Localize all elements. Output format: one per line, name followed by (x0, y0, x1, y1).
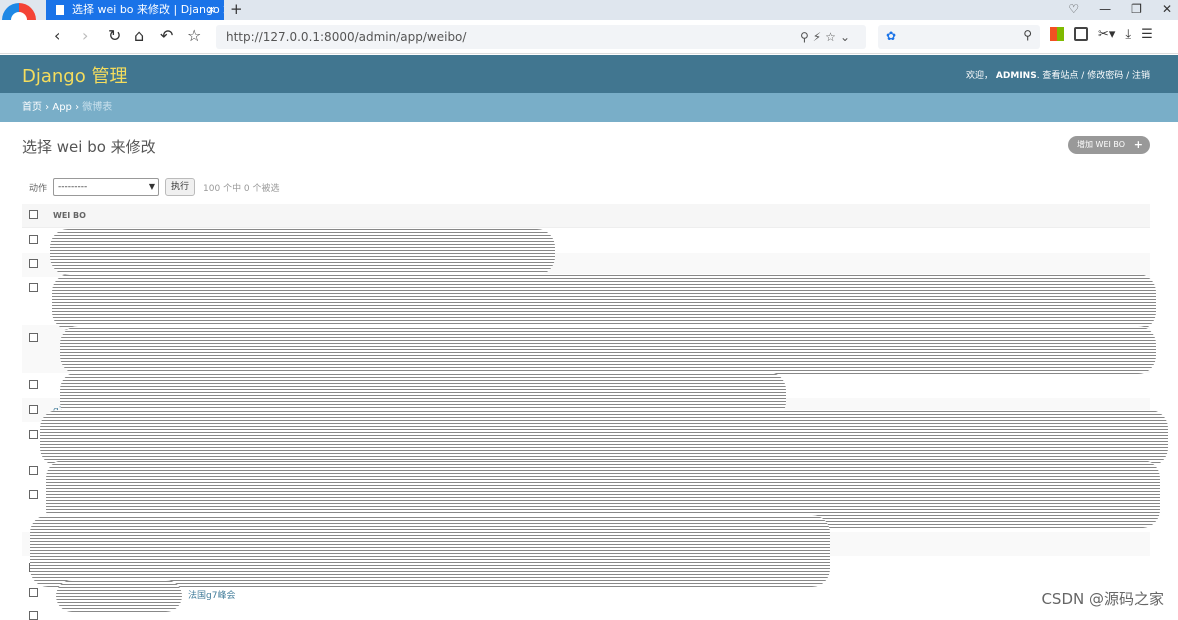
breadcrumb-app[interactable]: App (52, 102, 72, 113)
collections-icon[interactable] (1074, 27, 1088, 41)
row-checkbox[interactable] (29, 430, 38, 439)
action-label: 动作 (29, 183, 48, 194)
column-header-weibo[interactable]: WEI BO (53, 211, 86, 220)
download-icon[interactable]: ⤓ (1125, 27, 1131, 42)
row-checkbox[interactable] (29, 490, 38, 499)
actions-bar: 动作 --------- ▼ 执行 100 个中 0 个被选 (29, 178, 280, 196)
username: ADMINS (995, 71, 1037, 81)
row-checkbox[interactable] (29, 611, 38, 620)
row-checkbox[interactable] (29, 333, 38, 342)
row-checkbox[interactable] (29, 405, 38, 414)
row-text[interactable]: 法国g7峰会 (188, 588, 235, 601)
row-checkbox[interactable] (29, 588, 38, 597)
redaction-scribble (56, 580, 182, 612)
action-select[interactable]: --------- ▼ (53, 178, 160, 196)
row-checkbox[interactable] (29, 259, 38, 268)
redaction-scribble (50, 229, 555, 275)
back-icon[interactable]: ‹ (54, 26, 60, 45)
selection-counter: 100 个中 0 个被选 (203, 183, 280, 194)
forward-icon[interactable]: › (82, 26, 88, 45)
table-row[interactable] (22, 604, 1150, 620)
new-tab-button[interactable]: + (230, 0, 243, 18)
row-checkbox[interactable] (29, 466, 38, 475)
search-box[interactable]: ✿ ⚲ (878, 25, 1040, 49)
add-weibo-button[interactable]: 增加 WEI BO + (1068, 136, 1150, 154)
run-action-button[interactable]: 执行 (165, 178, 196, 196)
row-checkbox[interactable] (29, 380, 38, 389)
url-input[interactable]: http://127.0.0.1:8000/admin/app/weibo/ ⚲… (216, 25, 866, 49)
scissors-icon[interactable]: ✂▾ (1098, 27, 1115, 42)
row-checkbox[interactable] (29, 283, 38, 292)
redaction-scribble (30, 515, 830, 587)
skin-icon[interactable]: ♡ (1068, 2, 1079, 16)
document-icon (56, 5, 64, 15)
redaction-scribble (52, 274, 1156, 330)
reload-icon[interactable]: ↻ (108, 26, 121, 45)
logout-link[interactable]: 注销 (1132, 71, 1150, 81)
change-password-link[interactable]: 修改密码 (1087, 71, 1123, 81)
browser-tab-bar: 选择 wei bo 来修改 | Django 站 × + ♡ — ❐ ✕ (0, 0, 1178, 20)
user-tools: 欢迎， ADMINS. 查看站点 / 修改密码 / 注销 (966, 71, 1150, 81)
welcome-text: 欢迎， (966, 71, 994, 81)
add-weibo-label: 增加 WEI BO (1077, 140, 1126, 149)
redaction-scribble (40, 410, 1168, 466)
window-controls: ♡ — ❐ ✕ (1068, 2, 1172, 16)
restore-icon[interactable]: ❐ (1131, 2, 1142, 16)
toolbar-icons: ✂▾ ⤓ ☰ (1050, 27, 1153, 42)
page-title: 选择 wei bo 来修改 (22, 138, 156, 156)
address-bar-row: ‹ › ↻ ⌂ ↶ ☆ http://127.0.0.1:8000/admin/… (0, 20, 1178, 54)
url-text: http://127.0.0.1:8000/admin/app/weibo/ (226, 30, 467, 44)
plus-icon: + (1133, 138, 1143, 151)
view-site-link[interactable]: 查看站点 (1042, 71, 1078, 81)
breadcrumb-current: 微博表 (82, 102, 113, 113)
search-icon[interactable]: ⚲ (1023, 28, 1032, 42)
menu-icon[interactable]: ☰ (1141, 27, 1153, 42)
browser-tab-active[interactable]: 选择 wei bo 来修改 | Django 站 × (46, 0, 224, 20)
breadcrumb-home[interactable]: 首页 (22, 102, 42, 113)
paw-icon: ✿ (886, 29, 897, 43)
site-brand[interactable]: Django 管理 (22, 62, 127, 88)
row-checkbox[interactable] (29, 235, 38, 244)
minimize-icon[interactable]: — (1099, 2, 1111, 16)
home-icon[interactable]: ⌂ (134, 26, 144, 45)
bookmark-star-icon[interactable]: ☆ (187, 26, 201, 45)
close-tab-icon[interactable]: × (207, 0, 216, 20)
admin-header: Django 管理 欢迎， ADMINS. 查看站点 / 修改密码 / 注销 (0, 55, 1178, 93)
tab-title: 选择 wei bo 来修改 | Django 站 (72, 3, 224, 16)
table-header: WEI BO (22, 204, 1150, 228)
close-window-icon[interactable]: ✕ (1162, 2, 1172, 16)
apps-icon[interactable] (1050, 27, 1064, 41)
url-tools-icons[interactable]: ⚲⚡☆⌄ (800, 25, 854, 49)
select-all-checkbox[interactable] (29, 210, 38, 219)
chevron-down-icon: ▼ (148, 182, 156, 191)
redaction-scribble (60, 326, 1156, 374)
watermark: CSDN @源码之家 (1041, 588, 1164, 609)
undo-icon[interactable]: ↶ (160, 26, 173, 45)
breadcrumb: 首页 › App › 微博表 (0, 93, 1178, 122)
action-selected-value: --------- (58, 182, 88, 192)
